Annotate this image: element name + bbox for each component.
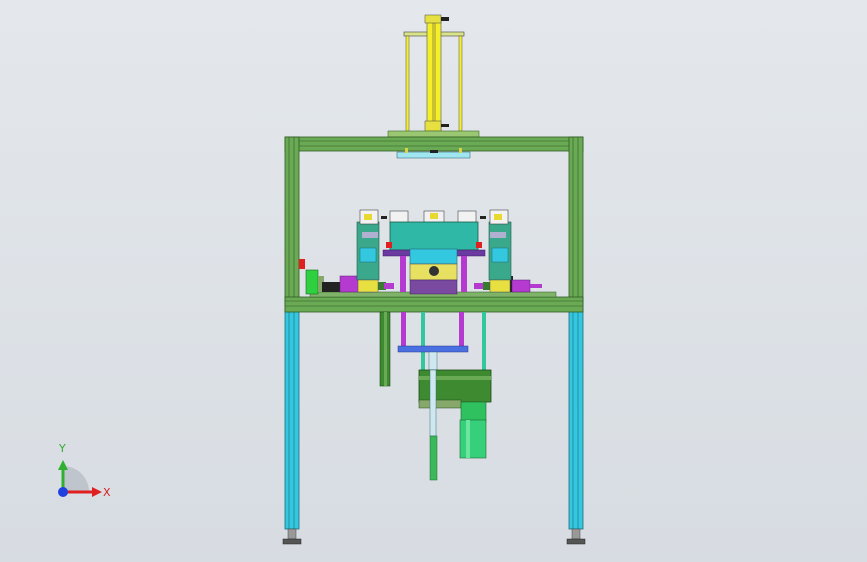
lower-mechanism	[379, 311, 492, 481]
y-axis-label: Y	[59, 442, 66, 455]
cad-viewport[interactable]: Y X	[0, 0, 867, 562]
machine-model	[282, 14, 586, 545]
central-fixture	[382, 221, 486, 295]
top-cylinder	[387, 14, 480, 138]
left-clamp-column	[356, 209, 380, 293]
left-side-parts	[299, 259, 394, 295]
right-clamp-column	[488, 209, 512, 293]
x-axis-label: X	[103, 486, 111, 499]
leveling-feet	[282, 528, 586, 545]
top-frame-beam	[284, 136, 584, 159]
gripper-row	[381, 210, 486, 224]
middle-table-beam	[284, 291, 584, 313]
